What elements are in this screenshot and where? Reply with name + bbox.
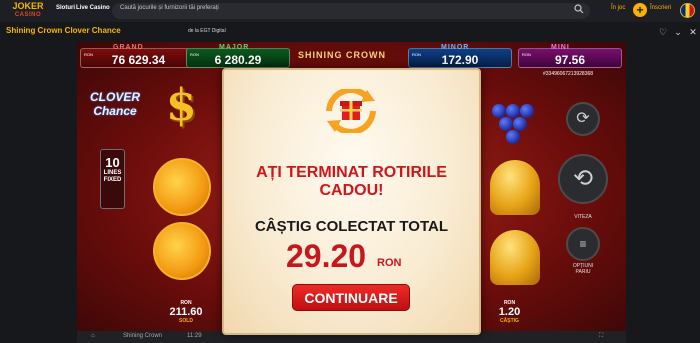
grapes-symbol-icon — [482, 94, 542, 154]
clover-logo-line2: Chance — [93, 104, 137, 118]
game-provider[interactable]: de la EGT Digital — [188, 28, 226, 34]
status-game-name: Shining Crown — [123, 333, 163, 339]
balance-label: SOLD — [179, 318, 193, 324]
dollar-symbol-icon: $ — [166, 80, 197, 131]
round-id: #33496067213928368 — [543, 71, 594, 77]
jackpot-value: 172.90 — [441, 53, 479, 67]
speed-label[interactable]: VITEZA — [563, 214, 603, 220]
jackpot-name: MINI — [551, 44, 570, 51]
jackpot-name: GRAND — [113, 44, 144, 51]
jackpot-name: MINOR — [441, 44, 470, 51]
total-win-amount: 29.20 — [286, 238, 367, 274]
gift-icon — [326, 89, 376, 133]
orange-symbol-icon — [153, 158, 211, 216]
total-win-label: CÂȘTIG COLECTAT TOTAL — [254, 218, 449, 235]
jackpot-major: MAJOR RON 6 280.29 — [186, 44, 290, 68]
lines-fixed-badge: 10 LINES FIXED — [100, 149, 125, 209]
balance-display: RON 211.60 SOLD — [161, 300, 211, 324]
search-icon[interactable] — [574, 4, 586, 16]
lines-label: LINES — [103, 170, 122, 176]
search-input[interactable]: Caută jocurile și furnizorii tăi prefera… — [120, 5, 219, 11]
logo-main-text: JOKER — [12, 1, 44, 11]
clover-chance-logo: CLOVER Chance — [87, 90, 143, 118]
jackpot-value: 6 280.29 — [214, 53, 262, 67]
chevron-down-icon[interactable]: ⌄ — [673, 27, 683, 37]
win-label: CÂȘTIG — [500, 318, 519, 324]
jackpot-name: MAJOR — [219, 44, 250, 51]
dialog-heading-line1: AȚI TERMINAT ROTIRILE — [256, 164, 447, 181]
dialog-heading: AȚI TERMINAT ROTIRILE CADOU! — [224, 164, 479, 200]
bell-symbol-icon — [490, 230, 540, 285]
top-bar: JOKER CASINO Sloturi Live Casino Caută j… — [0, 0, 700, 22]
clover-logo-line1: CLOVER — [89, 90, 140, 104]
balance-value: 211.60 — [169, 306, 203, 318]
jackpot-grand: GRAND RON 76 629.34 — [80, 44, 197, 68]
jackpot-value: 76 629.34 — [111, 53, 166, 67]
autoplay-button[interactable]: ⟳ — [566, 102, 600, 136]
game-title-bar: Shining Crown Clover Chance de la EGT Di… — [0, 22, 700, 42]
status-clock: 11:29 — [187, 333, 202, 339]
game-title: Shining Crown Clover Chance — [6, 26, 121, 35]
jackpot-mini: MINI RON 97.56 — [518, 44, 622, 68]
bell-symbol-icon — [490, 160, 540, 215]
shining-crown-logo: SHINING CROWN — [298, 50, 386, 60]
dialog-heading-line2: CADOU! — [319, 182, 384, 199]
jackpot-minor: MINOR RON 172.90 — [408, 44, 512, 68]
nav-live-casino[interactable]: Live Casino — [76, 5, 110, 11]
logo-sub-text: CASINO — [14, 12, 42, 18]
close-icon[interactable]: ✕ — [688, 27, 698, 37]
deposit-plus-button[interactable]: + — [633, 3, 647, 17]
language-flag-icon[interactable] — [680, 3, 695, 18]
login-link[interactable]: În joc — [611, 5, 625, 11]
orange-symbol-icon — [153, 222, 211, 280]
joker-casino-logo[interactable]: JOKER CASINO — [8, 2, 48, 20]
fullscreen-icon[interactable]: ⛶ — [599, 333, 603, 340]
nav-sloturi[interactable]: Sloturi — [56, 5, 75, 11]
register-link[interactable]: Înscrieri — [650, 5, 671, 11]
options-label-2: PARIU — [575, 269, 591, 275]
lines-count: 10 — [105, 155, 120, 170]
bet-options-button[interactable]: ≡ — [566, 227, 600, 261]
total-win-currency: RON — [377, 257, 402, 269]
home-icon[interactable]: ⌂ — [91, 333, 95, 339]
fixed-label: FIXED — [103, 177, 122, 183]
heart-icon[interactable]: ♡ — [658, 27, 668, 37]
win-display: RON 1.20 CÂȘTIG — [487, 300, 532, 324]
free-spins-complete-dialog: AȚI TERMINAT ROTIRILE CADOU! CÂȘTIG COLE… — [222, 68, 481, 335]
win-value: 1.20 — [498, 306, 521, 318]
jackpot-value: 97.56 — [554, 53, 586, 67]
continue-button[interactable]: CONTINUARE — [292, 284, 410, 311]
